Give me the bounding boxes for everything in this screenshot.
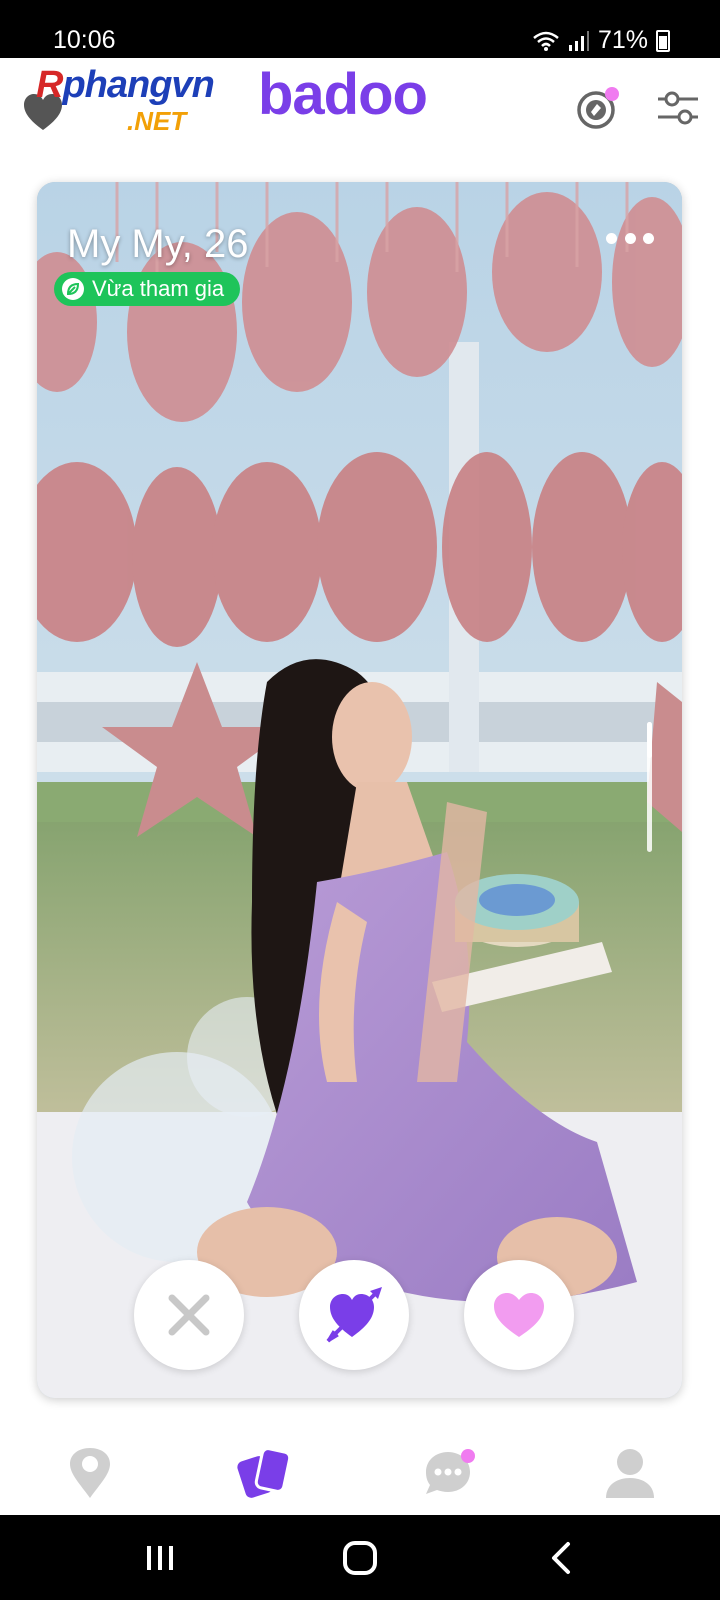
home-icon[interactable] bbox=[340, 1540, 380, 1576]
location-pin-icon bbox=[70, 1448, 110, 1498]
badge-label: Vừa tham gia bbox=[92, 276, 225, 301]
leaf-icon bbox=[62, 278, 84, 300]
battery-icon bbox=[656, 29, 670, 52]
watermark-text: Rphangvn bbox=[36, 64, 215, 106]
encounters-cards-icon bbox=[237, 1447, 292, 1498]
watermark: Rphangvn .NET bbox=[22, 66, 257, 186]
close-x-icon bbox=[168, 1294, 210, 1336]
profile-name-age: My My, 26 bbox=[67, 222, 249, 266]
nav-chats[interactable] bbox=[420, 1443, 480, 1503]
notification-dot bbox=[605, 87, 619, 101]
status-bar: 10:06 71% bbox=[0, 0, 720, 58]
photo-scroll-indicator bbox=[647, 722, 652, 852]
dot-icon bbox=[624, 232, 636, 244]
status-time: 10:06 bbox=[53, 26, 116, 54]
chat-bubble-icon bbox=[426, 1449, 475, 1494]
crush-heart-arrow-icon bbox=[326, 1287, 382, 1343]
profile-card[interactable]: My My, 26 Vừa tham gia bbox=[37, 182, 682, 1398]
profile-person-icon bbox=[606, 1449, 654, 1498]
signal-icon bbox=[568, 30, 589, 51]
crush-button[interactable] bbox=[299, 1260, 409, 1370]
battery-percent: 71% bbox=[597, 26, 648, 54]
boost-icon[interactable] bbox=[574, 84, 622, 132]
wifi-icon bbox=[533, 31, 559, 51]
profile-photo bbox=[37, 182, 682, 1398]
nav-profile[interactable] bbox=[600, 1443, 660, 1503]
more-options-button[interactable] bbox=[606, 228, 654, 248]
like-button[interactable] bbox=[464, 1260, 574, 1370]
app-header: Rphangvn .NET badoo bbox=[0, 58, 720, 178]
back-icon[interactable] bbox=[542, 1540, 582, 1576]
app-logo: badoo bbox=[258, 62, 428, 127]
like-heart-icon bbox=[494, 1293, 544, 1337]
nav-people-nearby[interactable] bbox=[60, 1443, 120, 1503]
filter-sliders-icon[interactable] bbox=[654, 84, 702, 132]
system-navigation-bar bbox=[0, 1515, 720, 1600]
watermark-net: .NET bbox=[127, 106, 187, 136]
recent-apps-icon[interactable] bbox=[140, 1540, 180, 1576]
scroll-thumb bbox=[647, 722, 652, 758]
dislike-button[interactable] bbox=[134, 1260, 244, 1370]
nav-encounters[interactable] bbox=[236, 1443, 296, 1503]
bottom-navigation bbox=[0, 1415, 720, 1515]
status-icons: 71% bbox=[532, 26, 670, 55]
new-member-badge: Vừa tham gia bbox=[54, 272, 241, 306]
dot-icon bbox=[643, 232, 654, 244]
dot-icon bbox=[606, 232, 617, 244]
